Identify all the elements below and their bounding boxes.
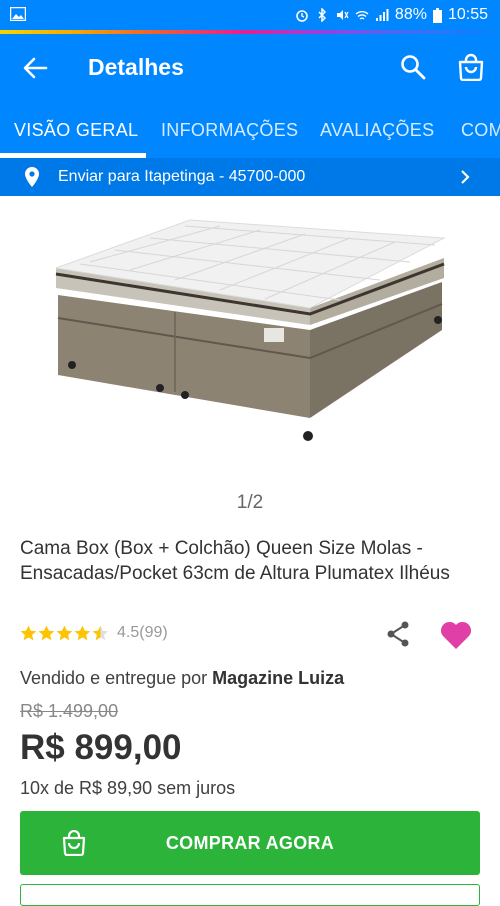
old-price: R$ 1.499,00: [20, 701, 119, 721]
app-bar: Detalhes: [0, 34, 500, 102]
seller-name[interactable]: Magazine Luiza: [212, 668, 344, 688]
star-icon: [38, 625, 55, 640]
mute-icon: [336, 10, 349, 20]
battery-icon: [432, 7, 442, 23]
product-title: Cama Box (Box + Colchão) Queen Size Mola…: [20, 538, 450, 584]
tab-informacoes[interactable]: INFORMAÇÕES: [161, 120, 298, 141]
rating-text: 4.5(99): [117, 624, 168, 641]
star-icon: [92, 625, 109, 640]
clock: 10:55: [447, 6, 488, 23]
location-pin-icon: [25, 167, 39, 187]
favorite-heart-icon[interactable]: [440, 620, 472, 650]
wifi-icon: [355, 11, 369, 20]
shipping-text: Enviar para Itapetinga - 45700-000: [58, 168, 306, 185]
product-image[interactable]: [40, 200, 460, 460]
current-price: R$ 899,00: [20, 728, 182, 767]
chevron-right-icon: [461, 170, 470, 184]
installments-text: 10x de R$ 89,90 sem juros: [20, 778, 236, 798]
gallery-pager: 1/2: [236, 492, 264, 513]
alarm-icon: [296, 10, 308, 22]
seller-info: Vendido e entregue por Magazine Luiza: [20, 668, 344, 689]
share-icon[interactable]: [386, 620, 410, 648]
shipping-location-bar[interactable]: Enviar para Itapetinga - 45700-000: [0, 158, 500, 196]
signal-icon: [375, 9, 389, 21]
back-arrow-icon[interactable]: [22, 56, 48, 80]
tab-visao-geral[interactable]: VISÃO GERAL: [14, 120, 138, 141]
status-bar: 88% 10:55: [0, 0, 500, 30]
seller-prefix: Vendido e entregue por: [20, 668, 213, 688]
star-icon: [20, 625, 37, 640]
image-notification-icon: [10, 7, 26, 21]
buy-now-button[interactable]: COMPRAR AGORA: [20, 811, 480, 875]
tab-bar: VISÃO GERAL INFORMAÇÕES AVALIAÇÕES COM: [0, 102, 500, 158]
star-icon: [56, 625, 73, 640]
search-icon[interactable]: [400, 54, 426, 80]
rating-stars: [20, 625, 109, 642]
star-icon: [74, 625, 91, 640]
tab-comentarios[interactable]: COM: [461, 120, 500, 141]
page-title: Detalhes: [88, 54, 184, 80]
shopping-bag-icon[interactable]: [458, 53, 484, 81]
buy-now-label: COMPRAR AGORA: [165, 833, 335, 853]
secondary-button[interactable]: [20, 884, 480, 906]
product-rating[interactable]: 4.5(99): [20, 624, 168, 642]
tab-avaliacoes[interactable]: AVALIAÇÕES: [320, 120, 434, 141]
battery-level: 88%: [394, 6, 427, 23]
bluetooth-icon: [318, 8, 326, 22]
